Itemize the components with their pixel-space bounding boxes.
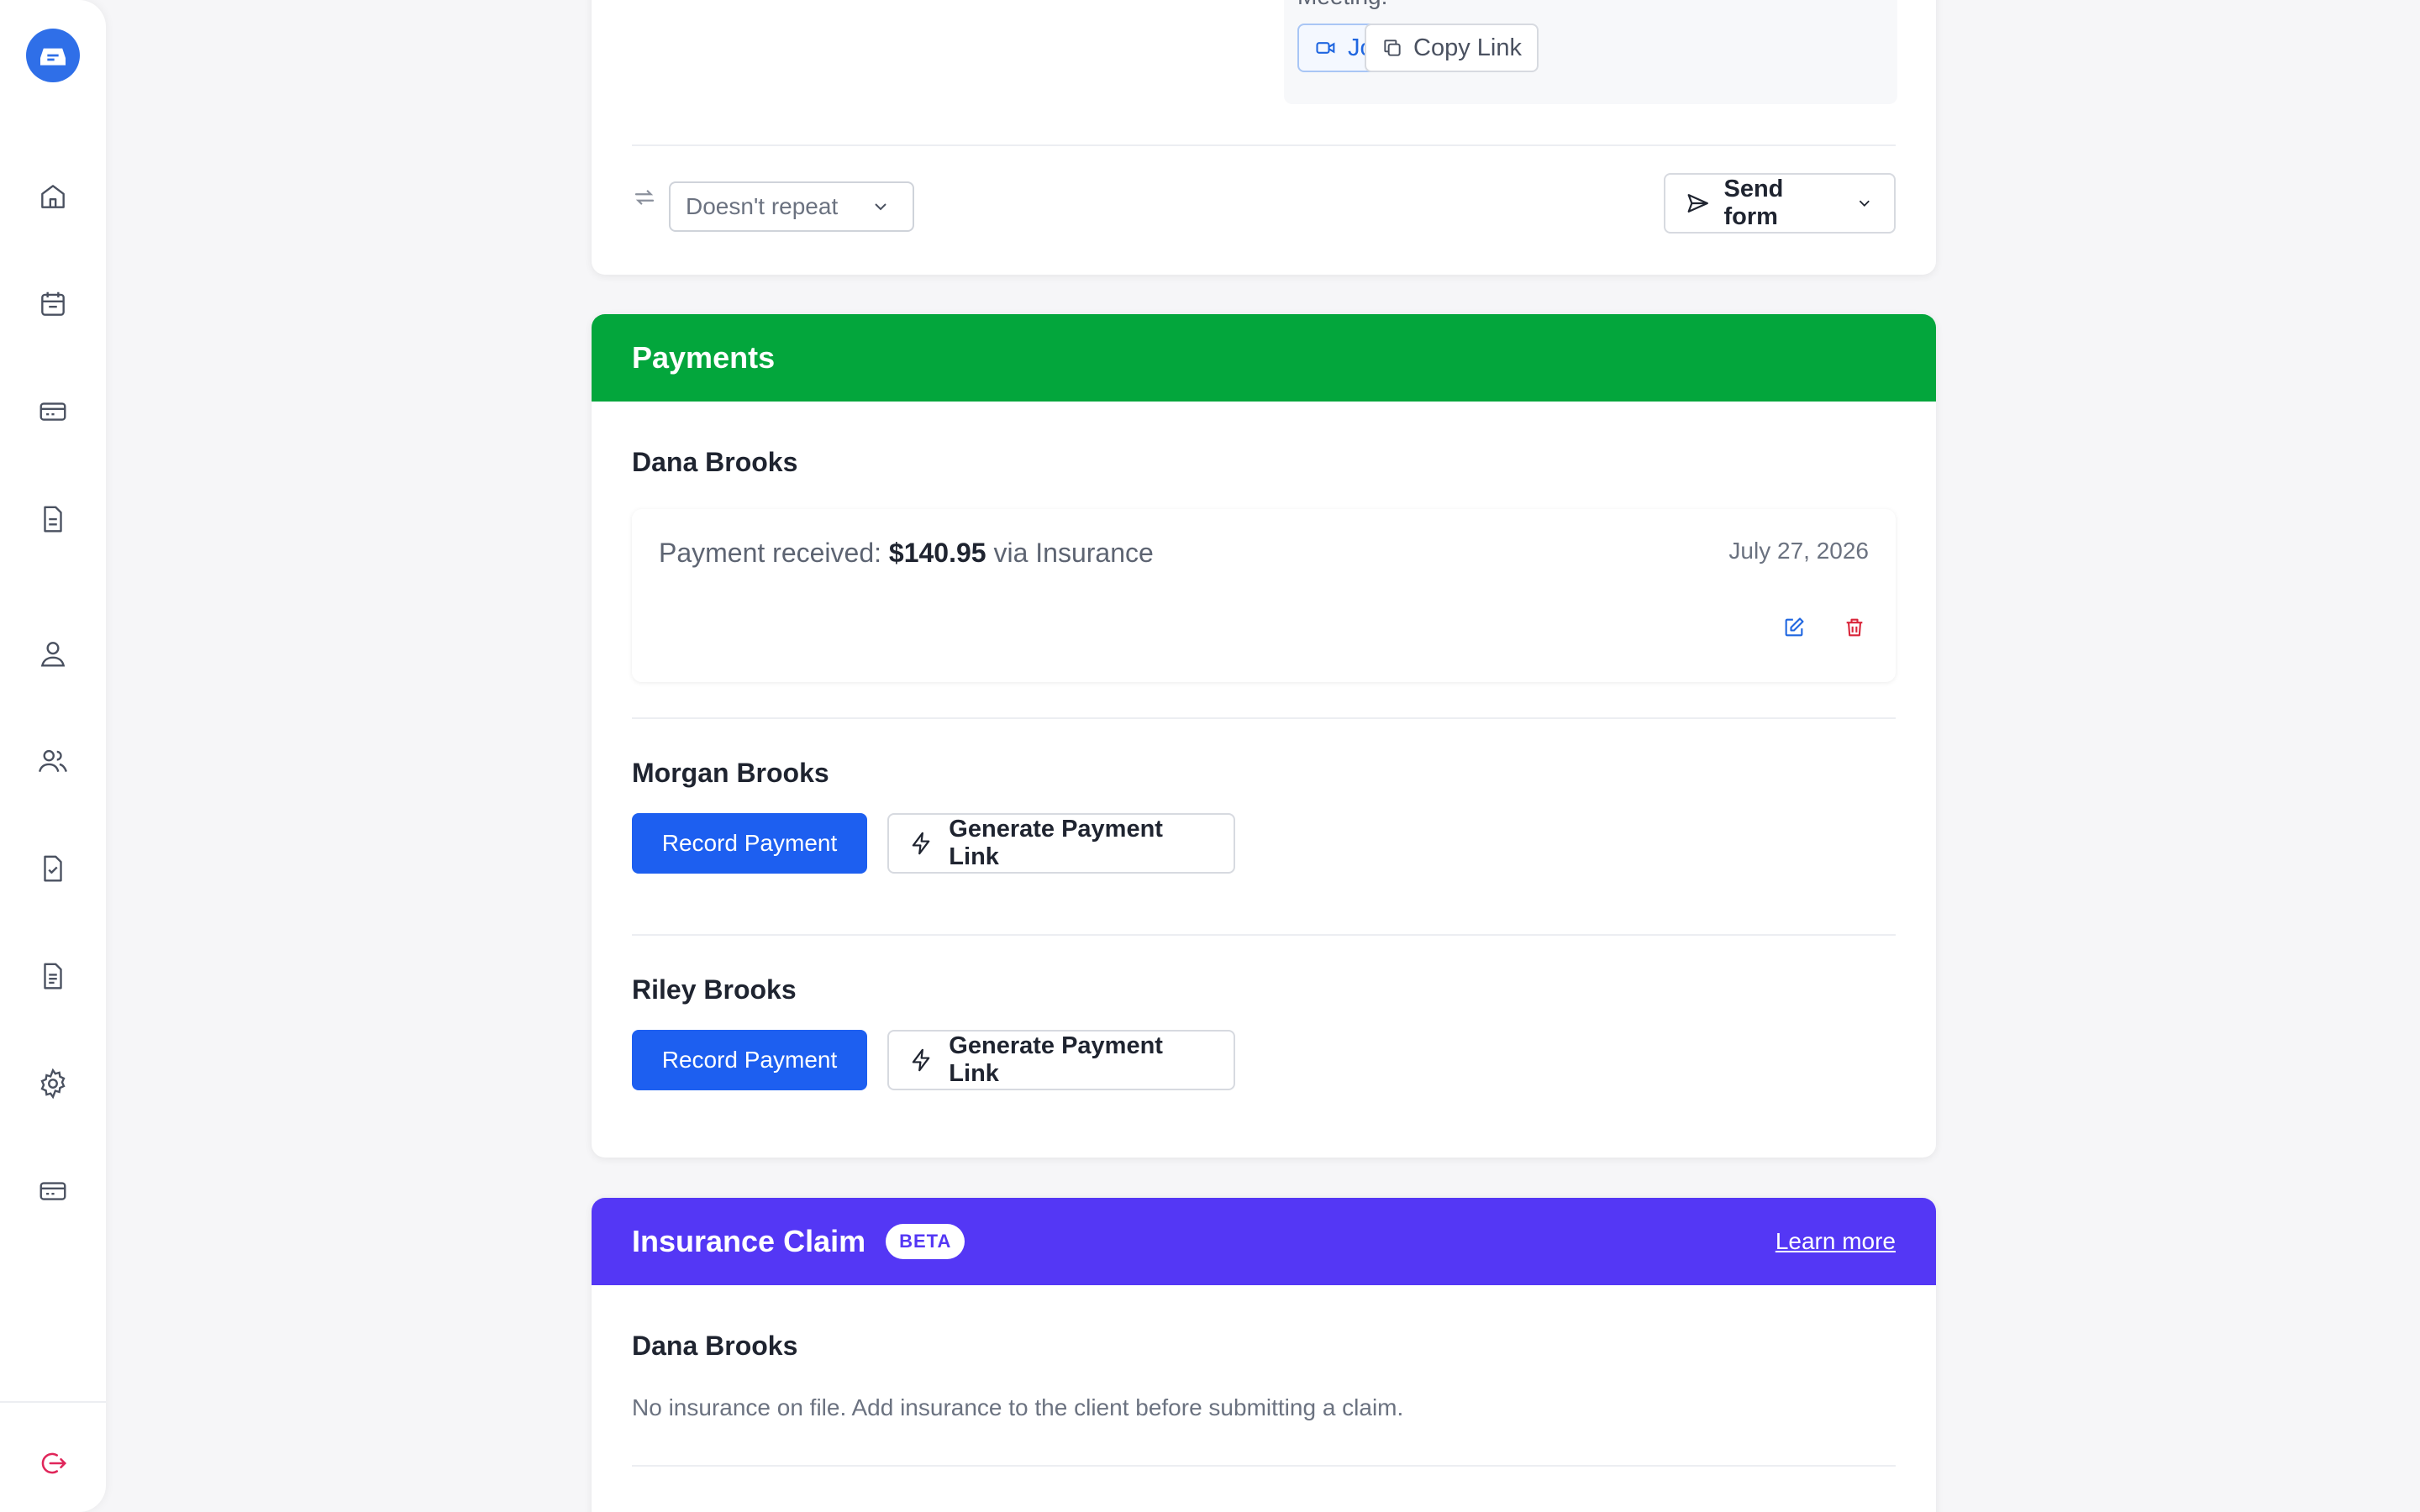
app-logo[interactable] [26, 29, 80, 82]
payment-prefix: Payment received: [659, 538, 882, 568]
credit-card-icon[interactable] [34, 1173, 71, 1210]
send-form-label: Send form [1723, 176, 1784, 230]
divider [632, 144, 1896, 146]
document-icon[interactable] [34, 501, 71, 538]
home-icon[interactable] [34, 178, 71, 215]
lightning-icon [912, 832, 930, 855]
insurance-claim-card: Insurance Claim BETA Learn more Dana Bro… [592, 1198, 1936, 1512]
divider [632, 717, 1896, 719]
payment-amount: $140.95 [888, 538, 986, 568]
logout-icon[interactable] [34, 1445, 71, 1482]
copy-link-label: Copy Link [1413, 34, 1522, 61]
insurance-title-group: Insurance Claim BETA [632, 1224, 965, 1259]
insurance-header: Insurance Claim BETA Learn more [592, 1198, 1936, 1285]
settings-gear-icon[interactable] [34, 1065, 71, 1102]
payment-method: via Insurance [993, 538, 1154, 568]
record-payment-button[interactable]: Record Payment [632, 1030, 867, 1090]
notes-icon[interactable] [34, 958, 71, 995]
repeat-select[interactable]: Doesn't repeat [669, 181, 914, 232]
generate-payment-link-label: Generate Payment Link [949, 816, 1163, 870]
car-logo-icon [40, 48, 66, 66]
generate-payment-link-label: Generate Payment Link [949, 1032, 1163, 1087]
payment-record: Payment received: $140.95 via Insurance … [632, 509, 1896, 682]
divider [632, 1465, 1896, 1467]
repeat-selected-value: Doesn't repeat [686, 193, 839, 219]
video-camera-icon [1316, 42, 1335, 54]
client-name: Morgan Brooks [632, 758, 829, 788]
divider [632, 934, 1896, 936]
edit-payment-button[interactable] [1780, 613, 1808, 642]
no-insurance-message: No insurance on file. Add insurance to t… [632, 1394, 1404, 1420]
generate-payment-link-button[interactable]: Generate Payment Link [887, 1030, 1235, 1090]
repeat-icon [634, 190, 655, 205]
client-name: Dana Brooks [632, 1331, 798, 1361]
record-payment-button[interactable]: Record Payment [632, 813, 867, 874]
generate-payment-link-button[interactable]: Generate Payment Link [887, 813, 1235, 874]
document-check-icon[interactable] [34, 850, 71, 887]
app-root: Meeting: Join Copy Link Doesn't repeat S… [0, 0, 2420, 1512]
learn-more-link[interactable]: Learn more [1776, 1228, 1896, 1255]
calendar-icon[interactable] [34, 286, 71, 323]
client-name: Dana Brooks [632, 447, 798, 477]
send-icon [1687, 194, 1708, 213]
delete-payment-button[interactable] [1840, 613, 1869, 642]
appointment-card: Meeting: Join Copy Link Doesn't repeat S… [592, 0, 1936, 275]
meeting-label: Meeting: [1297, 0, 1387, 10]
copy-icon [1384, 39, 1401, 56]
sidebar [0, 0, 106, 1512]
chevron-down-icon [875, 203, 886, 211]
users-icon[interactable] [34, 743, 71, 780]
payment-date: July 27, 2026 [1728, 538, 1869, 564]
send-form-button[interactable]: Send form [1664, 173, 1896, 234]
insurance-title: Insurance Claim [632, 1224, 866, 1258]
user-icon[interactable] [34, 635, 71, 672]
payments-card: Payments Dana Brooks Payment received: $… [592, 314, 1936, 1158]
billing-icon[interactable] [34, 393, 71, 430]
client-name: Riley Brooks [632, 974, 797, 1005]
payments-header: Payments [592, 314, 1936, 402]
copy-link-button[interactable]: Copy Link [1365, 24, 1539, 72]
payment-summary: Payment received: $140.95 via Insurance [659, 538, 1154, 569]
payments-title: Payments [632, 340, 776, 375]
lightning-icon [912, 1048, 930, 1072]
chevron-down-icon [1860, 200, 1870, 207]
trash-icon [1846, 618, 1863, 637]
beta-badge: BETA [886, 1224, 965, 1259]
edit-icon [1785, 617, 1804, 637]
sidebar-divider [0, 1401, 106, 1403]
